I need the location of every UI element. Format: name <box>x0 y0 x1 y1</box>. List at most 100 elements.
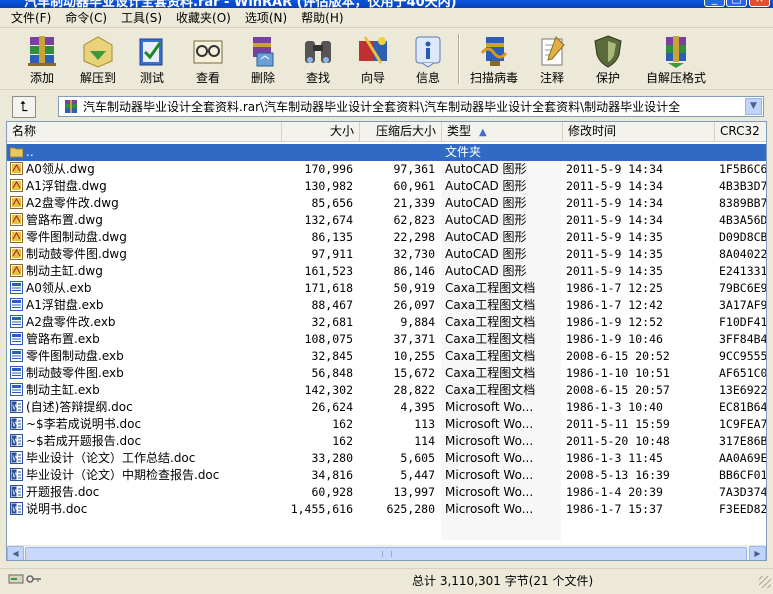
file-row[interactable]: 制动鼓零件图.dwg 97,911 32,730 AutoCAD 图形 2011-5-9… <box>7 246 766 263</box>
list-header: 名称 大小 压缩后大小 类型 ▲ 修改时间 CRC32 <box>7 122 766 142</box>
file-packed-size: 62,823 <box>393 213 435 227</box>
file-modified: 1986-1-9 10:46 <box>566 332 663 346</box>
resize-grip-icon[interactable] <box>759 576 771 588</box>
file-row[interactable]: 制动主缸.dwg 161,523 86,146 AutoCAD 图形 2011-5-9 … <box>7 263 766 280</box>
file-row[interactable]: 管路布置.dwg 132,674 62,823 AutoCAD 图形 2011-5-9 … <box>7 212 767 229</box>
file-row[interactable]: 制动鼓零件图.exb 56,848 15,672 Caxa工程图文档 1986-1-10… <box>7 365 766 382</box>
menu-file[interactable]: 文件(F) <box>4 9 58 27</box>
file-packed-size: 625,280 <box>386 502 435 516</box>
caxa-file-icon <box>10 332 23 345</box>
column-packed[interactable]: 压缩后大小 <box>360 122 442 142</box>
maximize-button[interactable]: □ <box>726 0 747 7</box>
file-type: Microsoft Wo... <box>445 502 534 516</box>
delete-button[interactable]: 删除 <box>235 31 291 87</box>
file-packed-size: 97,361 <box>393 162 435 176</box>
file-crc: 1F5B6C6 <box>719 162 767 176</box>
file-row[interactable]: A2盘零件改.exb 32,681 9,884 Caxa工程图文档 1986-1-9 1… <box>7 314 766 331</box>
file-type: Microsoft Wo... <box>445 400 534 414</box>
file-crc: 8389BB7 <box>719 196 767 210</box>
path-combobox[interactable]: 汽车制动器毕业设计全套资料.rar\汽车制动器毕业设计全套资料\汽车制动器毕业设… <box>58 96 764 117</box>
file-row[interactable]: A0领从.dwg 170,996 97,361 AutoCAD 图形 2011-5-9 … <box>7 161 767 178</box>
toolbar: 添加 解压到 测试 查看 删除 查找 向导 信息 扫描病毒 注释 保护 自解压格… <box>0 28 773 90</box>
test-button[interactable]: 测试 <box>124 31 180 87</box>
sfx-button[interactable]: 自解压格式 <box>640 31 712 87</box>
file-name: A1浮钳盘.dwg <box>10 178 278 195</box>
up-folder-button[interactable]: ⮤ <box>12 96 36 118</box>
file-type: AutoCAD 图形 <box>445 213 527 227</box>
file-row[interactable]: W 毕业设计（论文）中期检查报告.doc 34,816 5,447 Microsoft … <box>7 467 766 484</box>
file-row[interactable]: W 开题报告.doc 60,928 13,997 Microsoft Wo... 1986… <box>7 484 766 501</box>
file-name: A0领从.exb <box>10 280 278 297</box>
file-list[interactable]: 名称 大小 压缩后大小 类型 ▲ 修改时间 CRC32 .. 文件夹 A0领从.dwg… <box>6 121 767 561</box>
file-crc: 3FF84B4 <box>719 332 767 346</box>
column-crc[interactable]: CRC32 <box>715 122 766 142</box>
close-button[interactable]: × <box>749 0 770 7</box>
file-modified: 2011-5-9 14:35 <box>566 247 663 261</box>
column-size[interactable]: 大小 <box>282 122 360 142</box>
scroll-right-icon[interactable]: ▶ <box>749 546 766 560</box>
autocad-file-icon <box>10 213 23 226</box>
file-row[interactable]: 零件图制动盘.dwg 86,135 22,298 AutoCAD 图形 2011-5-9… <box>7 229 766 246</box>
file-row[interactable]: 零件图制动盘.exb 32,845 10,255 Caxa工程图文档 2008-6-15… <box>7 348 766 365</box>
file-type: Caxa工程图文档 <box>445 281 536 295</box>
menu-help[interactable]: 帮助(H) <box>294 9 350 27</box>
minimize-button[interactable]: _ <box>704 0 725 7</box>
info-button[interactable]: 信息 <box>400 31 456 87</box>
scroll-thumb[interactable] <box>25 547 747 560</box>
file-size: 132,674 <box>304 213 353 227</box>
file-row[interactable]: A1浮钳盘.dwg 130,982 60,961 AutoCAD 图形 2011-5-9… <box>7 178 766 195</box>
file-row[interactable]: W 毕业设计（论文）工作总结.doc 33,280 5,605 Microsoft Wo… <box>7 450 767 467</box>
file-crc: 4B3A56D <box>719 213 767 227</box>
add-button[interactable]: 添加 <box>14 31 70 87</box>
file-row[interactable]: W ~$若成开题报告.doc 162 114 Microsoft Wo... 2011-5… <box>7 433 766 450</box>
menu-favorites[interactable]: 收藏夹(O) <box>169 9 238 27</box>
file-type: Microsoft Wo... <box>445 451 534 465</box>
file-row[interactable]: W ~$李若成说明书.doc 162 113 Microsoft Wo... 2011-5… <box>7 416 766 433</box>
file-name: W (自述)答辩提纲.doc <box>10 399 278 416</box>
file-row[interactable]: W 说明书.doc 1,455,616 625,280 Microsoft Wo... 1… <box>7 501 766 518</box>
file-type: Caxa工程图文档 <box>445 383 536 397</box>
file-type: AutoCAD 图形 <box>445 196 527 210</box>
horizontal-scrollbar[interactable]: ◀ ▶ <box>7 545 766 560</box>
file-packed-size: 21,339 <box>393 196 435 210</box>
file-row[interactable]: A0领从.exb 171,618 50,919 Caxa工程图文档 1986-1-7 1… <box>7 280 766 297</box>
file-row[interactable]: W (自述)答辩提纲.doc 26,624 4,395 Microsoft Wo... 1… <box>7 399 766 416</box>
file-name: W ~$李若成说明书.doc <box>10 416 278 433</box>
file-row[interactable]: 管路布置.exb 108,075 37,371 Caxa工程图文档 1986-1-9 1… <box>7 331 767 348</box>
file-name: 管路布置.exb <box>10 331 278 348</box>
file-name: A0领从.dwg <box>10 161 278 178</box>
file-crc: AA0A69E <box>719 451 767 465</box>
file-row[interactable]: A2盘零件改.dwg 85,656 21,339 AutoCAD 图形 2011-5-9… <box>7 195 767 212</box>
menu-options[interactable]: 选项(N) <box>238 9 294 27</box>
comment-button[interactable]: 注释 <box>524 31 580 87</box>
file-packed-size: 28,822 <box>393 383 435 397</box>
column-name[interactable]: 名称 <box>7 122 282 142</box>
file-row[interactable]: 制动主缸.exb 142,302 28,822 Caxa工程图文档 2008-6-15 … <box>7 382 766 399</box>
parent-folder-row[interactable]: .. 文件夹 <box>7 144 766 161</box>
view-icon <box>193 40 223 64</box>
view-button[interactable]: 查看 <box>180 31 236 87</box>
menu-tools[interactable]: 工具(S) <box>114 9 169 27</box>
menu-commands[interactable]: 命令(C) <box>58 9 114 27</box>
file-name: A1浮钳盘.exb <box>10 297 278 314</box>
file-size: 32,845 <box>311 349 353 363</box>
view-label: 查看 <box>195 71 220 85</box>
file-modified: 1986-1-7 12:25 <box>566 281 663 295</box>
file-modified: 1986-1-4 20:39 <box>566 485 663 499</box>
wizard-button[interactable]: 向导 <box>345 31 401 87</box>
path-dropdown-icon[interactable]: ▼ <box>745 98 762 115</box>
file-packed-size: 86,146 <box>393 264 435 278</box>
file-row[interactable]: A1浮钳盘.exb 88,467 26,097 Caxa工程图文档 1986-1-7 1… <box>7 297 766 314</box>
file-name: W 毕业设计（论文）工作总结.doc <box>10 450 278 467</box>
column-modified[interactable]: 修改时间 <box>563 122 715 142</box>
autocad-file-icon <box>10 264 23 277</box>
scroll-left-icon[interactable]: ◀ <box>7 546 24 560</box>
file-modified: 1986-1-3 10:40 <box>566 400 663 414</box>
extract-to-button[interactable]: 解压到 <box>70 31 126 87</box>
protect-button[interactable]: 保护 <box>580 31 636 87</box>
file-name-text: A2盘零件改.dwg <box>26 196 119 210</box>
column-type[interactable]: 类型 ▲ <box>442 122 563 142</box>
virus-scan-button[interactable]: 扫描病毒 <box>466 31 522 87</box>
file-name: 制动鼓零件图.exb <box>10 365 278 382</box>
find-button[interactable]: 查找 <box>290 31 346 87</box>
